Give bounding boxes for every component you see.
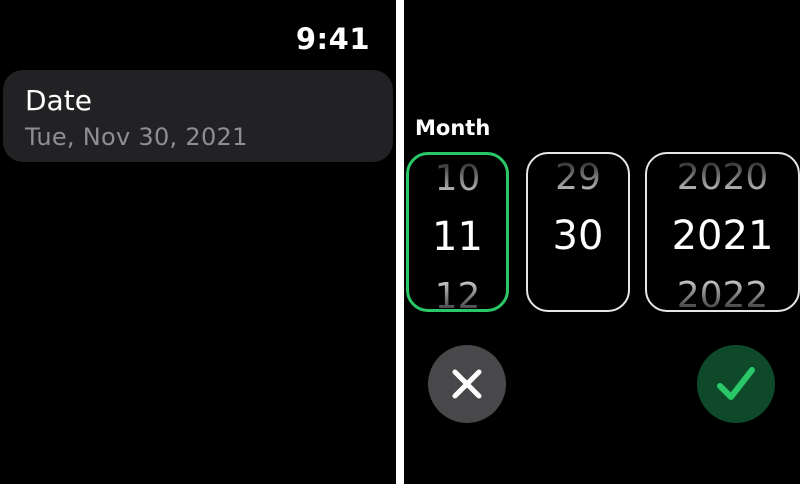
year-next-value: 2022 — [647, 278, 798, 311]
date-cell-title: Date — [25, 84, 92, 117]
day-prev-value: 29 — [528, 160, 628, 196]
picker-focus-label: Month — [415, 116, 491, 140]
day-current-value: 30 — [552, 213, 604, 259]
checkmark-icon — [717, 367, 755, 400]
day-wheel[interactable]: 29 30 — [526, 152, 630, 312]
month-wheel[interactable]: 10 11 12 — [406, 152, 509, 312]
stage: 9:41 Date Tue, Nov 30, 2021 Month 10 11 … — [0, 0, 800, 484]
date-cell-value: Tue, Nov 30, 2021 — [25, 123, 248, 151]
year-current-value: 2021 — [671, 213, 774, 259]
watch-screen-date-list: 9:41 Date Tue, Nov 30, 2021 — [0, 0, 396, 484]
close-icon — [452, 369, 482, 399]
month-next-value: 12 — [409, 279, 506, 310]
watch-screen-date-picker: Month 10 11 12 29 30 2020 2021 2022 — [404, 0, 800, 484]
cancel-button[interactable] — [428, 345, 506, 423]
confirm-button[interactable] — [697, 345, 775, 423]
month-current-value: 11 — [432, 214, 483, 260]
month-prev-value: 10 — [409, 161, 506, 197]
year-wheel[interactable]: 2020 2021 2022 — [645, 152, 800, 312]
date-cell[interactable]: Date Tue, Nov 30, 2021 — [3, 70, 393, 162]
year-prev-value: 2020 — [647, 160, 798, 196]
status-time: 9:41 — [295, 22, 370, 56]
